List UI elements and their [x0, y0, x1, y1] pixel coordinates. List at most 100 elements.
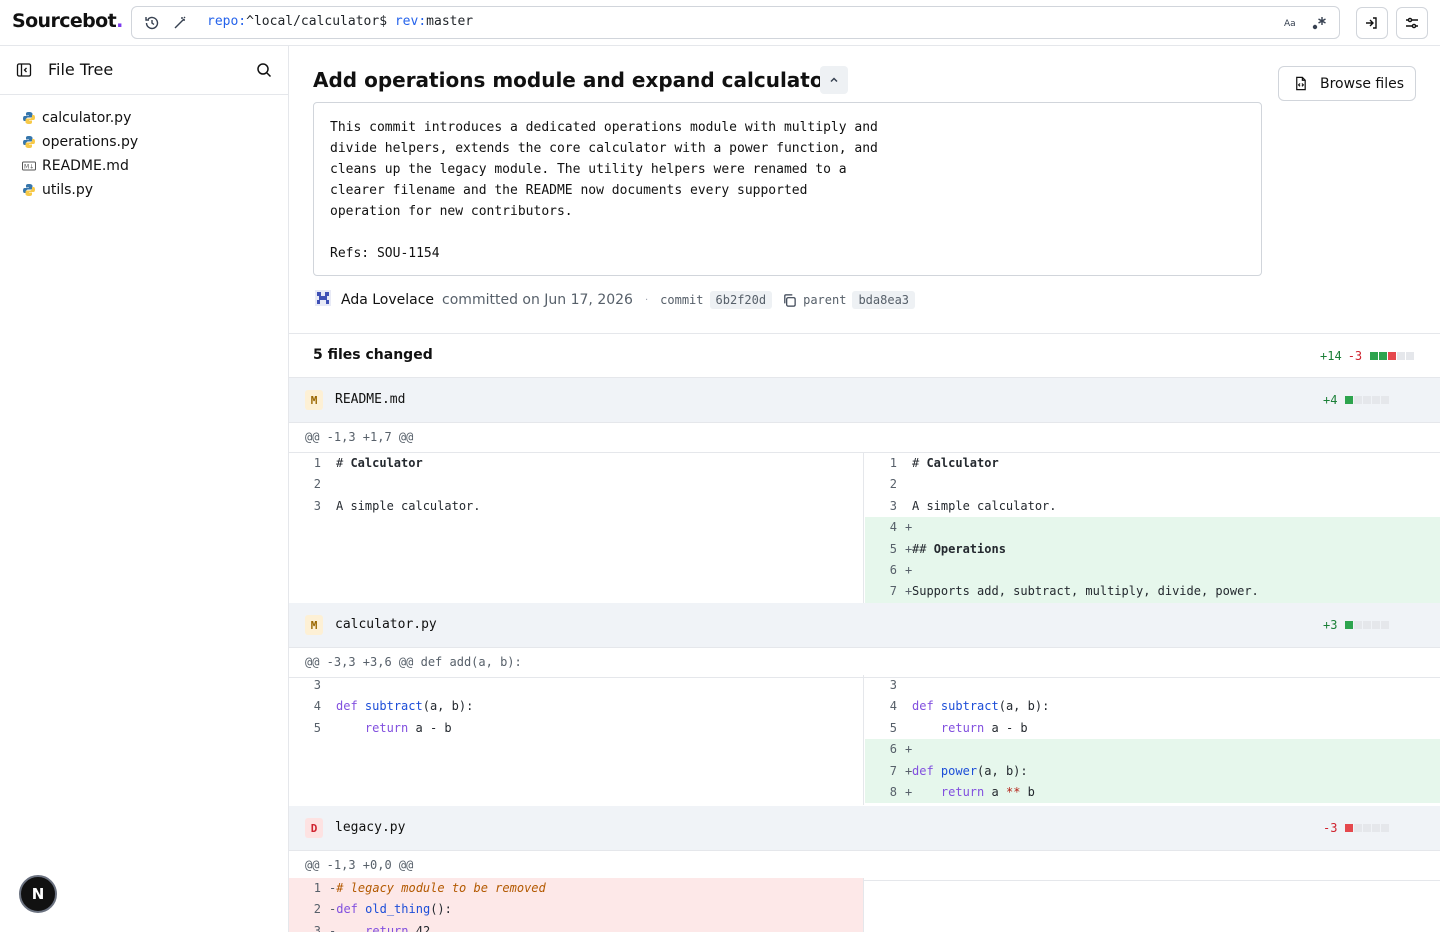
- svg-text:Aa: Aa: [1284, 19, 1296, 29]
- commit-sha[interactable]: 6b2f20d: [709, 291, 773, 309]
- tree-item-operations-py[interactable]: operations.py: [22, 130, 138, 154]
- diffstat-bar: [1370, 351, 1415, 360]
- diff-line: 4 def subtract(a, b):: [313, 699, 474, 714]
- settings-button[interactable]: [1396, 7, 1428, 39]
- diff-line: 2: [313, 477, 321, 492]
- hunk-header: @@ -1,3 +0,0 @@: [289, 851, 1440, 881]
- file-name[interactable]: legacy.py: [335, 820, 405, 835]
- commit-message: This commit introduces a dedicated opera…: [313, 102, 1262, 276]
- diff-pane-new: 3 4 def subtract(a, b): 5 return a - b 6 +…: [865, 675, 1440, 804]
- search-files-icon[interactable]: [256, 62, 272, 82]
- diffstat-block-add: [1379, 351, 1388, 360]
- logo-text: Sourcebot: [12, 10, 117, 32]
- tree-item-readme-md[interactable]: M↓ README.md: [22, 154, 138, 178]
- file-name[interactable]: README.md: [335, 392, 405, 407]
- author-avatar[interactable]: [315, 290, 331, 310]
- diff-line: 4 def subtract(a, b):: [889, 699, 1050, 714]
- tree-item-label: operations.py: [42, 134, 139, 150]
- file-header-legacy[interactable]: D legacy.py -3: [289, 806, 1440, 851]
- tree-item-label: calculator.py: [42, 110, 132, 126]
- diffstat-block-neutral: [1397, 351, 1406, 360]
- diff-line-added: 4 +: [865, 517, 1440, 539]
- parent-sha[interactable]: bda8ea3: [852, 291, 916, 309]
- browse-files-button[interactable]: Browse files: [1278, 66, 1416, 101]
- file-deletions: -3: [1323, 821, 1338, 835]
- tree-item-label: utils.py: [42, 182, 94, 198]
- file-stats: -3: [1323, 806, 1390, 850]
- query-rev-value: master: [426, 14, 474, 29]
- diffstat-bar: [1345, 396, 1390, 404]
- diff-line-added: 8 + return a ** b: [865, 781, 1440, 804]
- status-badge-modified: M: [305, 390, 323, 410]
- diff-line: 3A simple calculator.: [313, 498, 481, 513]
- query-repo-value: ^local/calculator$: [246, 14, 395, 29]
- file-header-readme[interactable]: M README.md +4: [289, 378, 1440, 423]
- commit-meta: Ada Lovelace committed on Jun 17, 2026 ·…: [315, 290, 916, 310]
- diff-line-added: 5 + ## Operations: [865, 538, 1440, 560]
- diff-line-added: 6 +: [865, 739, 1440, 761]
- files-changed-title: 5 files changed: [313, 347, 433, 363]
- summary-additions: +14: [1320, 348, 1342, 363]
- diffstat-block-neutral: [1406, 351, 1415, 360]
- hunk-header: @@ -3,3 +3,6 @@ def add(a, b):: [289, 648, 1440, 678]
- regex-icon[interactable]: [1309, 13, 1329, 33]
- diff-line: 1 # Calculator: [313, 456, 423, 470]
- diffstat-block-del: [1388, 351, 1397, 360]
- sourcebot-logo[interactable]: Sourcebot.: [12, 10, 123, 32]
- file-tree-title: File Tree: [48, 60, 114, 79]
- browse-files-label: Browse files: [1320, 75, 1405, 92]
- diff-line-removed: 1 -# legacy module to be removed: [289, 878, 863, 900]
- file-additions: +4: [1323, 393, 1338, 407]
- files-changed-bar: 5 files changed +14 -3: [289, 333, 1440, 378]
- python-icon: [22, 135, 36, 149]
- file-additions: +3: [1323, 618, 1338, 632]
- diff-line: 5 return a - b: [889, 720, 1028, 735]
- markdown-icon: M↓: [22, 159, 36, 173]
- tree-item-label: README.md: [42, 158, 129, 174]
- search-bar[interactable]: repo:^local/calculator$ rev:master Aa: [131, 6, 1340, 39]
- file-tree-sidebar: File Tree calculator.py operations.py M↓…: [0, 46, 289, 932]
- magic-wand-icon[interactable]: [170, 13, 190, 33]
- diffstat-bar: [1345, 621, 1390, 629]
- history-icon[interactable]: [142, 13, 162, 33]
- collapse-message-button[interactable]: [820, 66, 848, 94]
- diff-pane-old: 3 4 def subtract(a, b): 5 return a - b: [289, 675, 864, 805]
- hunk-header-text: @@ -1,3 +1,7 @@: [305, 430, 414, 444]
- diff-line: 2: [889, 477, 897, 492]
- tree-item-utils-py[interactable]: utils.py: [22, 178, 138, 202]
- nextjs-dev-badge[interactable]: N: [19, 875, 57, 913]
- diffstat-bar: [1345, 824, 1390, 832]
- query-repo-key: repo:: [207, 14, 247, 29]
- author-name[interactable]: Ada Lovelace: [341, 292, 434, 308]
- summary-stats: +14 -3: [1320, 334, 1415, 377]
- diff-line: 1 # Calculator: [889, 456, 999, 470]
- diff-line-added: 6 +: [865, 559, 1440, 582]
- status-badge-deleted: D: [305, 818, 323, 838]
- search-query[interactable]: repo:^local/calculator$ rev:master: [207, 14, 473, 29]
- diffstat-block-add: [1370, 351, 1379, 360]
- summary-deletions: -3: [1347, 348, 1363, 363]
- hunk-header-text: @@ -3,3 +3,6 @@ def add(a, b):: [305, 655, 522, 669]
- tree-item-calculator-py[interactable]: calculator.py: [22, 106, 138, 130]
- file-header-calculator[interactable]: M calculator.py +3: [289, 603, 1440, 648]
- diff-line-removed: 3- return 42: [289, 920, 863, 932]
- diff-pane-old: 1 -# legacy module to be removed 2 -def ol…: [289, 878, 864, 932]
- copy-icon[interactable]: [782, 293, 797, 308]
- meta-separator: ·: [644, 294, 649, 306]
- commit-label: commit: [660, 293, 704, 307]
- diff-pane-new-empty: [865, 878, 1440, 932]
- file-code-icon: [1296, 76, 1306, 91]
- collapse-sidebar-icon[interactable]: [16, 62, 32, 82]
- chevron-up-icon: [830, 77, 838, 83]
- diff-line: 5 return a - b: [313, 720, 452, 735]
- sign-in-button[interactable]: [1356, 7, 1388, 39]
- python-icon: [22, 111, 36, 125]
- hunk-header: @@ -1,3 +1,7 @@: [289, 423, 1440, 453]
- match-case-icon[interactable]: Aa: [1281, 13, 1301, 33]
- file-stats: +4: [1323, 378, 1390, 422]
- diff-line-added: 7 + Supports add, subtract, multiply, divi…: [865, 581, 1440, 603]
- diff-line: 3A simple calculator.: [889, 498, 1057, 513]
- file-name[interactable]: calculator.py: [335, 617, 437, 632]
- file-tree-header: File Tree: [0, 46, 288, 95]
- top-bar: Sourcebot. repo:^local/calculator$ rev:m…: [0, 0, 1440, 46]
